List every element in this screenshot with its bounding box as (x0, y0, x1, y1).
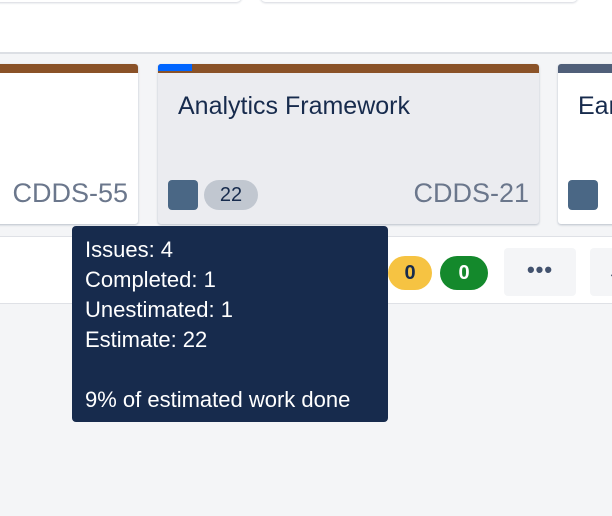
expand-button[interactable]: ↗ (590, 248, 612, 296)
epic-card-next[interactable]: Ear (558, 64, 612, 224)
board-canvas: CDDS-55 Analytics Framework 22 CDDS-21 E… (0, 0, 612, 516)
expand-icon: ↗ (608, 258, 612, 283)
done-count-badge: 0 (440, 256, 488, 290)
epic-card-cdds-21[interactable]: Analytics Framework 22 CDDS-21 (158, 64, 539, 224)
estimate-tooltip: Issues: 4 Completed: 1 Unestimated: 1 Es… (72, 226, 388, 422)
top-card-left[interactable] (0, 0, 242, 2)
estimate-badge[interactable]: 22 (204, 180, 258, 210)
tooltip-unestimated: Unestimated: 1 (85, 297, 233, 322)
tooltip-completed: Completed: 1 (85, 267, 216, 292)
more-actions-button[interactable]: ••• (504, 248, 576, 296)
epic-progress-bar (158, 64, 193, 71)
epic-color-bar (158, 64, 539, 73)
epic-key: CDDS-21 (413, 178, 529, 208)
epic-title: Ear (578, 92, 612, 120)
board-header-area (0, 0, 612, 54)
tooltip-issues: Issues: 4 (85, 237, 174, 262)
epic-color-bar (558, 64, 612, 73)
in-progress-count-badge: 0 (388, 256, 432, 290)
epic-color-square (568, 180, 598, 210)
tooltip-summary: 9% of estimated work done (85, 387, 351, 412)
epic-key: CDDS-55 (12, 178, 128, 208)
top-card-right[interactable] (260, 0, 578, 2)
epic-title: Analytics Framework (178, 92, 410, 120)
epic-color-square (168, 180, 198, 210)
tooltip-spacer (85, 355, 388, 385)
epic-color-bar (0, 64, 138, 73)
epic-card-cdds-55[interactable]: CDDS-55 (0, 64, 138, 224)
tooltip-estimate: Estimate: 22 (85, 327, 208, 352)
